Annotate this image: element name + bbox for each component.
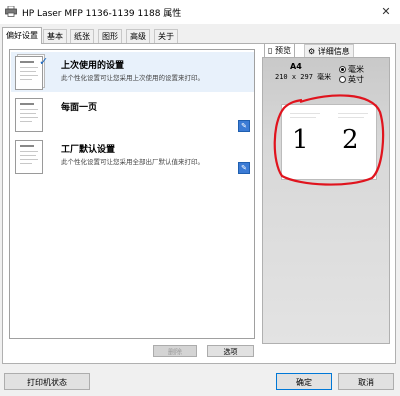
edit-icon[interactable]: ✎: [238, 162, 250, 174]
gear-icon: ⚙: [308, 47, 316, 56]
ok-button[interactable]: 确定: [276, 373, 332, 390]
printer-status-button[interactable]: 打印机状态: [4, 373, 90, 390]
preset-factory-default[interactable]: 工厂默认设置 此个性化设置可让您采用全部出厂默认值来打印。 ✎: [11, 136, 254, 176]
preset-description: 此个性化设置可让您采用上次使用的设置来打印。: [61, 74, 204, 82]
tab-graphics[interactable]: 图形: [98, 29, 122, 43]
preview-page-number: 2: [342, 125, 359, 155]
printer-properties-window: HP Laser MFP 1136-1139 1188 属性 ✕ 偏好设置 基本…: [0, 0, 400, 396]
tab-details-label: 详细信息: [317, 47, 350, 56]
printer-icon: [5, 6, 17, 17]
tab-about[interactable]: 关于: [154, 29, 178, 43]
page-preview: 1 2: [281, 104, 377, 180]
document-icon: [15, 140, 43, 174]
delete-button[interactable]: 删除: [153, 345, 197, 357]
paper-size: A4: [290, 62, 302, 71]
cancel-button[interactable]: 取消: [338, 373, 394, 390]
tab-preview[interactable]: ▯ 预览: [264, 43, 295, 58]
paper-dimensions: 210 x 297 毫米: [275, 73, 332, 81]
radio-empty-icon: [339, 76, 346, 83]
tab-preview-label: 预览: [274, 46, 291, 55]
preset-name: 每面一页: [61, 103, 98, 113]
tab-advanced[interactable]: 高级: [126, 29, 150, 43]
tab-basic[interactable]: 基本: [43, 29, 67, 43]
window-title: HP Laser MFP 1136-1139 1188 属性: [22, 9, 182, 19]
preset-name: 工厂默认设置: [61, 145, 116, 155]
preset-last-used[interactable]: ✓ 上次使用的设置 此个性化设置可让您采用上次使用的设置来打印。: [11, 52, 254, 92]
title-bar: HP Laser MFP 1136-1139 1188 属性 ✕: [0, 0, 400, 24]
preview-tab-icon: ▯: [268, 46, 273, 55]
tab-details[interactable]: ⚙ 详细信息: [304, 44, 354, 58]
preset-name: 上次使用的设置: [61, 61, 125, 71]
radio-selected-icon: [339, 66, 346, 73]
preview-panel: [262, 57, 390, 344]
preset-list: ✓ 上次使用的设置 此个性化设置可让您采用上次使用的设置来打印。 每面一页 ✎: [9, 49, 255, 339]
preview-page-number: 1: [292, 125, 309, 155]
preset-one-page-per-side[interactable]: 每面一页 ✎: [11, 94, 254, 134]
close-icon[interactable]: ✕: [378, 4, 394, 20]
tab-preferences[interactable]: 偏好设置: [2, 27, 42, 44]
tab-paper[interactable]: 纸张: [70, 29, 94, 43]
unit-mm-label: 毫米: [348, 65, 364, 74]
document-icon: [15, 98, 43, 132]
preset-description: 此个性化设置可让您采用全部出厂默认值来打印。: [61, 158, 204, 166]
unit-inch-radio[interactable]: 英寸: [339, 74, 364, 85]
options-button[interactable]: 选项: [207, 345, 254, 357]
edit-icon[interactable]: ✎: [238, 120, 250, 132]
unit-inch-label: 英寸: [348, 75, 364, 84]
checkmark-icon: ✓: [39, 55, 49, 68]
